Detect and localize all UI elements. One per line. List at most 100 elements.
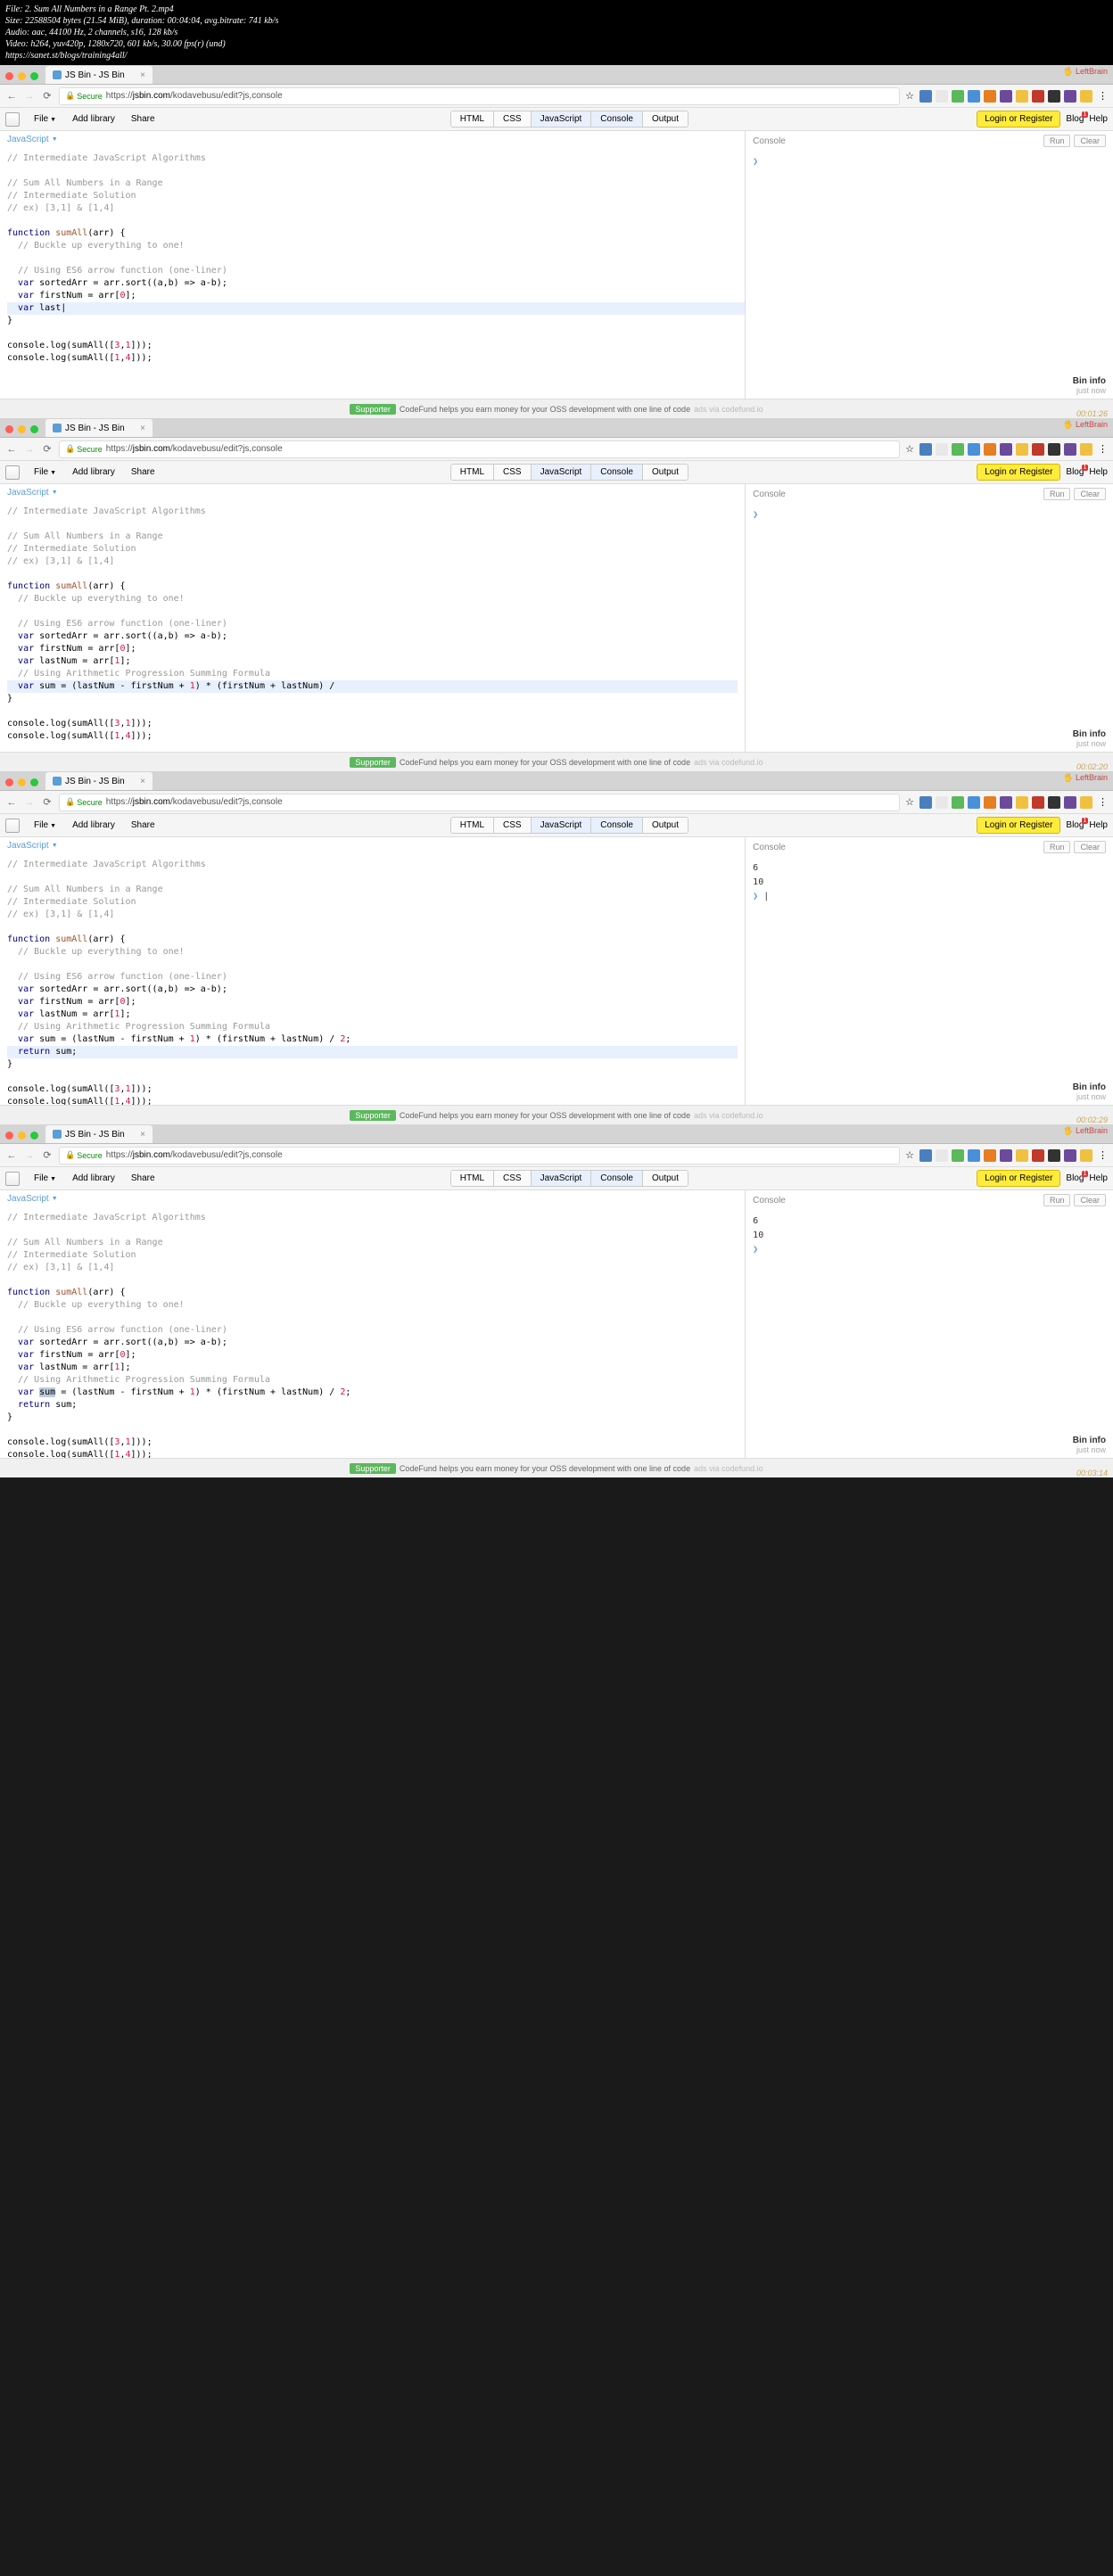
bookmark-star-icon[interactable]: ☆ xyxy=(905,90,914,102)
supporter-badge[interactable]: Supporter xyxy=(350,404,396,415)
run-button[interactable]: Run xyxy=(1043,841,1071,853)
extension-icon[interactable] xyxy=(1080,443,1092,456)
window-dot[interactable] xyxy=(5,1132,13,1140)
jsbin-logo-icon[interactable] xyxy=(5,819,20,833)
add-library-menu[interactable]: Add library xyxy=(65,111,122,127)
extension-icon[interactable] xyxy=(1048,796,1060,809)
bookmark-star-icon[interactable]: ☆ xyxy=(905,443,914,455)
panel-tab-javascript[interactable]: JavaScript xyxy=(532,465,592,480)
login-register-button[interactable]: Login or Register xyxy=(977,1170,1060,1187)
panel-tab-output[interactable]: Output xyxy=(643,465,688,480)
help-link[interactable]: Help xyxy=(1089,1173,1108,1183)
back-button[interactable]: ← xyxy=(5,444,18,455)
panel-tab-css[interactable]: CSS xyxy=(494,1171,532,1186)
panel-tab-console[interactable]: Console xyxy=(591,818,643,833)
share-menu[interactable]: Share xyxy=(124,465,162,480)
url-field[interactable]: 🔒Securehttps://jsbin.com/kodavebusu/edit… xyxy=(59,1147,900,1165)
file-menu[interactable]: File▼ xyxy=(27,111,63,127)
window-dot[interactable] xyxy=(30,778,38,786)
window-dot[interactable] xyxy=(5,72,13,80)
extension-icon[interactable] xyxy=(984,1149,996,1162)
js-pane-header[interactable]: JavaScript▼ xyxy=(0,131,745,149)
panel-tab-javascript[interactable]: JavaScript xyxy=(532,111,592,127)
extension-icon[interactable] xyxy=(1000,1149,1012,1162)
extension-icon[interactable] xyxy=(919,90,932,103)
window-dot[interactable] xyxy=(5,425,13,433)
extension-icon[interactable] xyxy=(952,443,964,456)
extension-icon[interactable] xyxy=(1048,90,1060,103)
extension-icon[interactable] xyxy=(1048,443,1060,456)
panel-tab-console[interactable]: Console xyxy=(591,465,643,480)
supporter-badge[interactable]: Supporter xyxy=(350,757,396,768)
extension-icon[interactable] xyxy=(952,796,964,809)
panel-tab-css[interactable]: CSS xyxy=(494,818,532,833)
extension-icon[interactable] xyxy=(1064,796,1076,809)
jsbin-logo-icon[interactable] xyxy=(5,465,20,480)
console-output[interactable]: 610❯ | xyxy=(746,858,1113,1105)
extension-icon[interactable] xyxy=(1032,90,1044,103)
extension-icon[interactable] xyxy=(952,1149,964,1162)
menu-dots-icon[interactable]: ⋮ xyxy=(1098,796,1108,808)
extension-icon[interactable] xyxy=(968,90,980,103)
extension-icon[interactable] xyxy=(1000,796,1012,809)
login-register-button[interactable]: Login or Register xyxy=(977,464,1060,481)
panel-tab-html[interactable]: HTML xyxy=(451,1171,494,1186)
window-controls[interactable] xyxy=(0,69,44,84)
bin-info[interactable]: Bin infojust now xyxy=(1073,376,1106,395)
js-pane-header[interactable]: JavaScript▼ xyxy=(0,1190,745,1208)
reload-button[interactable]: ⟳ xyxy=(41,796,54,808)
blog-link[interactable]: Blog1 xyxy=(1066,114,1084,124)
panel-tab-javascript[interactable]: JavaScript xyxy=(532,1171,592,1186)
panel-tab-html[interactable]: HTML xyxy=(451,465,494,480)
run-button[interactable]: Run xyxy=(1043,1194,1071,1206)
back-button[interactable]: ← xyxy=(5,1150,18,1161)
extension-icon[interactable] xyxy=(1032,1149,1044,1162)
extension-icon[interactable] xyxy=(1032,796,1044,809)
window-dot[interactable] xyxy=(30,72,38,80)
blog-link[interactable]: Blog1 xyxy=(1066,1173,1084,1183)
console-output[interactable]: ❯ xyxy=(746,505,1113,752)
panel-tab-output[interactable]: Output xyxy=(643,818,688,833)
share-menu[interactable]: Share xyxy=(124,1171,162,1186)
panel-tab-output[interactable]: Output xyxy=(643,111,688,127)
forward-button[interactable]: → xyxy=(23,444,36,455)
extension-icon[interactable] xyxy=(984,443,996,456)
run-button[interactable]: Run xyxy=(1043,135,1071,147)
panel-tab-console[interactable]: Console xyxy=(591,111,643,127)
panel-tab-html[interactable]: HTML xyxy=(451,111,494,127)
panel-tab-javascript[interactable]: JavaScript xyxy=(532,818,592,833)
help-link[interactable]: Help xyxy=(1089,467,1108,477)
window-controls[interactable] xyxy=(0,1128,44,1143)
window-dot[interactable] xyxy=(30,1132,38,1140)
window-controls[interactable] xyxy=(0,775,44,790)
clear-button[interactable]: Clear xyxy=(1074,135,1106,147)
clear-button[interactable]: Clear xyxy=(1074,841,1106,853)
js-pane-header[interactable]: JavaScript▼ xyxy=(0,484,745,502)
menu-dots-icon[interactable]: ⋮ xyxy=(1098,1149,1108,1161)
extension-icon[interactable] xyxy=(1000,90,1012,103)
extension-icon[interactable] xyxy=(1000,443,1012,456)
bookmark-star-icon[interactable]: ☆ xyxy=(905,796,914,808)
url-field[interactable]: 🔒Securehttps://jsbin.com/kodavebusu/edit… xyxy=(59,87,900,105)
footer-ads-link[interactable]: ads via codefund.io xyxy=(694,405,763,414)
extension-icon[interactable] xyxy=(1016,1149,1028,1162)
extension-icon[interactable] xyxy=(919,443,932,456)
jsbin-logo-icon[interactable] xyxy=(5,1172,20,1186)
extension-icon[interactable] xyxy=(1064,443,1076,456)
forward-button[interactable]: → xyxy=(23,797,36,808)
js-pane-header[interactable]: JavaScript▼ xyxy=(0,837,745,855)
code-editor[interactable]: // Intermediate JavaScript Algorithms //… xyxy=(0,1208,745,1458)
extension-icon[interactable] xyxy=(1080,90,1092,103)
blog-link[interactable]: Blog1 xyxy=(1066,820,1084,830)
extension-icon[interactable] xyxy=(936,90,948,103)
console-output[interactable]: 610❯ xyxy=(746,1211,1113,1458)
menu-dots-icon[interactable]: ⋮ xyxy=(1098,90,1108,102)
reload-button[interactable]: ⟳ xyxy=(41,90,54,102)
code-editor[interactable]: // Intermediate JavaScript Algorithms //… xyxy=(0,502,745,752)
extension-icon[interactable] xyxy=(936,1149,948,1162)
login-register-button[interactable]: Login or Register xyxy=(977,817,1060,834)
browser-tab[interactable]: JS Bin - JS Bin× xyxy=(45,419,153,437)
code-editor[interactable]: // Intermediate JavaScript Algorithms //… xyxy=(0,149,745,399)
extension-icon[interactable] xyxy=(1016,796,1028,809)
supporter-badge[interactable]: Supporter xyxy=(350,1110,396,1121)
